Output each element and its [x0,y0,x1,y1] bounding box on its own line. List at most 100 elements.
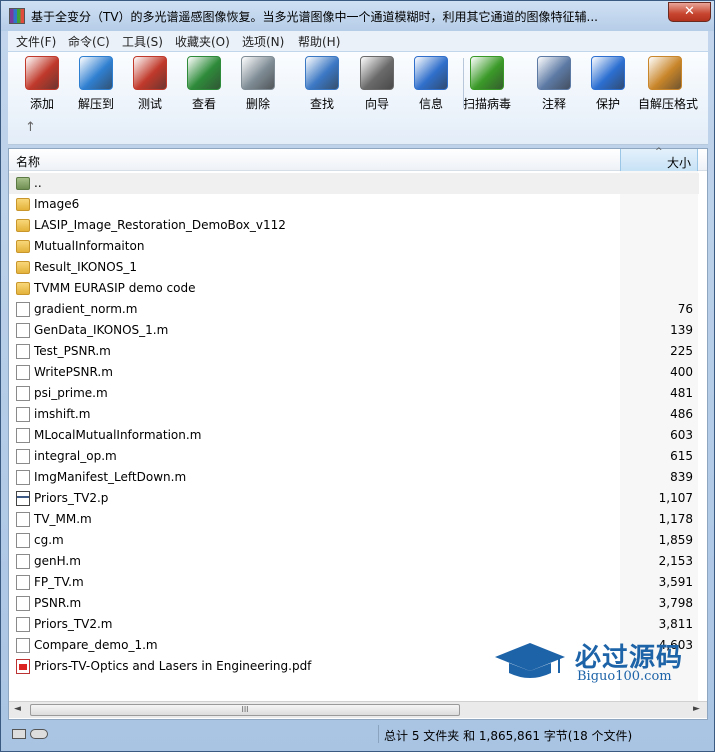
pdf-icon [16,659,30,674]
file-size: 3,591 [658,575,693,589]
file-row[interactable]: FP_TV.m 3,591 [9,572,699,593]
file-row[interactable]: ImgManifest_LeftDown.m 839 [9,467,699,488]
window-title: 基于全变分（TV）的多光谱遥感图像恢复。当多光谱图像中一个通道模糊时，利用其它通… [31,10,598,24]
folder-icon [16,198,30,211]
horizontal-scrollbar[interactable]: ◄ III ► [9,701,707,718]
file-name: Result_IKONOS_1 [34,260,137,274]
file-row[interactable]: Image6 [9,194,699,215]
toolbar-button-5[interactable]: 查找 [295,56,349,114]
close-button[interactable]: ✕ [668,2,711,22]
toolbar-button-9[interactable]: 注释 [527,56,581,114]
toolbar: 添加 解压到 测试 查看 删除 查找 向导 信息 扫描病毒 注释 保护 自解压格式 ↑ [8,52,708,145]
file-name: FP_TV.m [34,575,84,589]
file-row[interactable]: MutualInformaiton [9,236,699,257]
toolbar-button-4[interactable]: 删除 [231,56,285,114]
trash-icon [241,56,275,90]
folder-icon [16,261,30,274]
file-row[interactable]: GenData_IKONOS_1.m 139 [9,320,699,341]
file-size: 481 [670,386,693,400]
toolbar-button-10[interactable]: 保护 [581,56,635,114]
folder-icon [16,219,30,232]
status-bar: 总计 5 文件夹 和 1,865,861 字节(18 个文件) [8,723,708,745]
file-size: 839 [670,470,693,484]
document-icon [16,386,30,401]
list-header: 名称 ^ 大小 [9,147,707,171]
file-row[interactable]: Priors_TV2.m 3,811 [9,614,699,635]
scrollbar-thumb[interactable]: III [30,704,460,716]
menu-commands[interactable]: 命令(C) [68,33,110,50]
document-icon [16,638,30,653]
file-name: TV_MM.m [34,512,92,526]
file-name: .. [34,176,42,190]
file-size: 400 [670,365,693,379]
toolbar-button-label: 向导 [364,97,389,111]
toolbar-button-label: 删除 [245,97,270,111]
toolbar-button-0[interactable]: 添加 [15,56,69,114]
file-row[interactable]: PSNR.m 3,798 [9,593,699,614]
document-icon [16,302,30,317]
file-row[interactable]: TV_MM.m 1,178 [9,509,699,530]
file-row[interactable]: LASIP_Image_Restoration_DemoBox_v112 [9,215,699,236]
menu-favorites[interactable]: 收藏夹(O) [175,33,230,50]
toolbar-button-3[interactable]: 查看 [177,56,231,114]
file-row[interactable]: cg.m 1,859 [9,530,699,551]
file-row[interactable]: Test_PSNR.m 225 [9,341,699,362]
file-row[interactable]: integral_op.m 615 [9,446,699,467]
file-row[interactable]: WritePSNR.m 400 [9,362,699,383]
file-name: imshift.m [34,407,91,421]
toolbar-button-label: 添加 [29,97,54,111]
file-row[interactable]: TVMM EURASIP demo code [9,278,699,299]
document-icon [16,617,30,632]
winrar-app-icon [9,8,25,24]
column-name-header[interactable]: 名称 [16,153,40,170]
menu-file[interactable]: 文件(F) [16,33,56,50]
p-code-file-icon [16,491,30,506]
file-row[interactable]: MLocalMutualInformation.m 603 [9,425,699,446]
file-name: integral_op.m [34,449,117,463]
file-row[interactable]: imshift.m 486 [9,404,699,425]
document-icon [16,428,30,443]
toolbar-button-8[interactable]: 扫描病毒 [460,56,514,114]
file-name: MutualInformaiton [34,239,145,253]
watermark-url: Biguo100.com [577,669,672,684]
toolbar-button-6[interactable]: 向导 [350,56,404,114]
drive-icon[interactable] [12,729,26,739]
winrar-window: 基于全变分（TV）的多光谱遥感图像恢复。当多光谱图像中一个通道模糊时，利用其它通… [0,0,715,752]
file-name: PSNR.m [34,596,82,610]
up-level-arrow-icon[interactable]: ↑ [25,120,36,135]
file-row[interactable]: psi_prime.m 481 [9,383,699,404]
toolbar-button-2[interactable]: 测试 [123,56,177,114]
file-name: genH.m [34,554,81,568]
document-icon [16,323,30,338]
file-row[interactable]: genH.m 2,153 [9,551,699,572]
file-row[interactable]: Priors_TV2.p 1,107 [9,488,699,509]
test-clipboard-icon [133,56,167,90]
file-name: Priors_TV2.m [34,617,113,631]
column-size-header[interactable]: ^ 大小 [620,147,698,171]
document-icon [16,533,30,548]
toolbar-button-7[interactable]: 信息 [404,56,458,114]
menu-tools[interactable]: 工具(S) [122,33,163,50]
find-magnifier-icon [305,56,339,90]
title-bar: 基于全变分（TV）的多光谱遥感图像恢复。当多光谱图像中一个通道模糊时，利用其它通… [1,1,714,31]
file-row[interactable]: Result_IKONOS_1 [9,257,699,278]
menu-options[interactable]: 选项(N) [242,33,284,50]
toolbar-button-1[interactable]: 解压到 [69,56,123,114]
file-size: 615 [670,449,693,463]
scroll-right-arrow-icon[interactable]: ► [693,704,700,714]
file-name: gradient_norm.m [34,302,138,316]
folder-icon [16,240,30,253]
toolbar-button-label: 查看 [191,97,216,111]
menu-help[interactable]: 帮助(H) [298,33,340,50]
toolbar-button-11[interactable]: 自解压格式 [638,56,698,114]
file-row[interactable]: gradient_norm.m 76 [9,299,699,320]
file-name: LASIP_Image_Restoration_DemoBox_v112 [34,218,286,232]
scroll-left-arrow-icon[interactable]: ◄ [14,704,21,714]
toolbar-button-label: 解压到 [77,97,114,111]
virus-scan-icon [470,56,504,90]
key-icon[interactable] [30,729,48,739]
file-row[interactable]: .. [9,173,699,194]
toolbar-button-label: 测试 [137,97,162,111]
file-size: 2,153 [658,554,693,568]
file-name: WritePSNR.m [34,365,113,379]
